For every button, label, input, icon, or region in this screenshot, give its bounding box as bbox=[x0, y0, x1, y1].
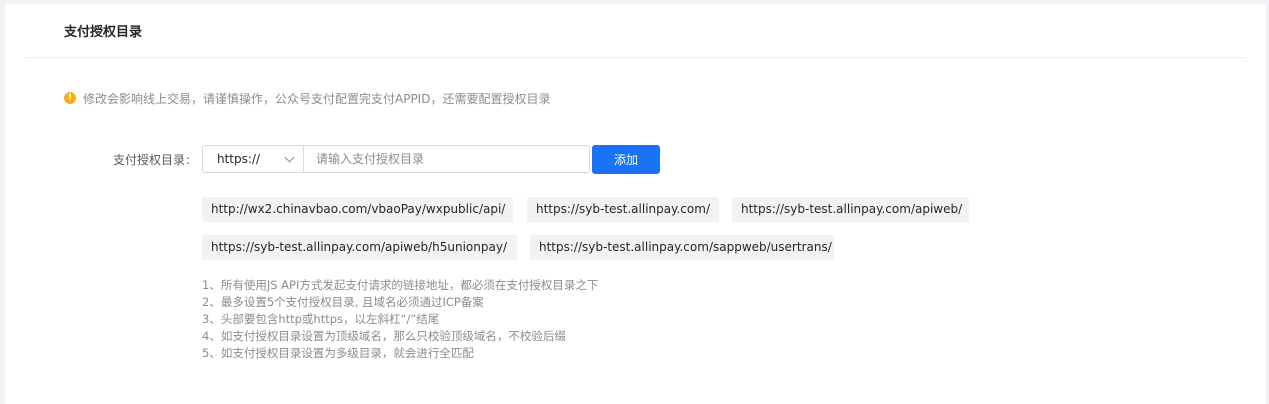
note-item: 2、最多设置5个支付授权目录, 且域名必须通过ICP备案 bbox=[202, 295, 484, 309]
exclamation-circle-icon: ! bbox=[64, 92, 76, 104]
add-button[interactable]: 添加 bbox=[592, 145, 660, 174]
directory-tag[interactable]: http://wx2.chinavbao.com/vbaoPay/wxpubli… bbox=[202, 197, 513, 222]
note-item: 1、所有使用JS API方式发起支付请求的链接地址，都必须在支付授权目录之下 bbox=[202, 278, 599, 292]
label-colon: : bbox=[186, 153, 191, 167]
note-item: 4、如支付授权目录设置为顶级域名，那么只校验顶级域名，不校验后缀 bbox=[202, 329, 566, 343]
title-divider bbox=[25, 57, 1246, 58]
warning-notice: ! 修改会影响线上交易，请谨慎操作，公众号支付配置完支付APPID，还需要配置授… bbox=[64, 90, 550, 106]
directory-tag[interactable]: https://syb-test.allinpay.com/apiweb/h5u… bbox=[202, 235, 517, 260]
protocol-select-value: https:// bbox=[217, 152, 261, 166]
directory-tag[interactable]: https://syb-test.allinpay.com/sappweb/us… bbox=[530, 235, 834, 260]
payment-auth-directory-card: 支付授权目录 ! 修改会影响线上交易，请谨慎操作，公众号支付配置完支付APPID… bbox=[5, 4, 1266, 404]
chevron-down-icon bbox=[284, 152, 295, 162]
directory-form-label: 支付授权目录: bbox=[113, 152, 199, 168]
directory-tag[interactable]: https://syb-test.allinpay.com/ bbox=[527, 197, 719, 222]
note-item: 5、如支付授权目录设置为多级目录，就会进行全匹配 bbox=[202, 346, 474, 360]
page-title: 支付授权目录 bbox=[64, 25, 143, 40]
directory-label-text: 支付授权目录 bbox=[113, 153, 186, 167]
warning-text: 修改会影响线上交易，请谨慎操作，公众号支付配置完支付APPID，还需要配置授权目… bbox=[83, 91, 551, 106]
protocol-select[interactable]: https:// bbox=[202, 145, 303, 173]
note-item: 3、头部要包含http或https，以左斜杠“/”结尾 bbox=[202, 312, 440, 326]
rules-notes: 1、所有使用JS API方式发起支付请求的链接地址，都必须在支付授权目录之下 2… bbox=[202, 277, 598, 362]
directory-tag[interactable]: https://syb-test.allinpay.com/apiweb/ bbox=[732, 197, 969, 222]
directory-input[interactable] bbox=[303, 145, 590, 173]
